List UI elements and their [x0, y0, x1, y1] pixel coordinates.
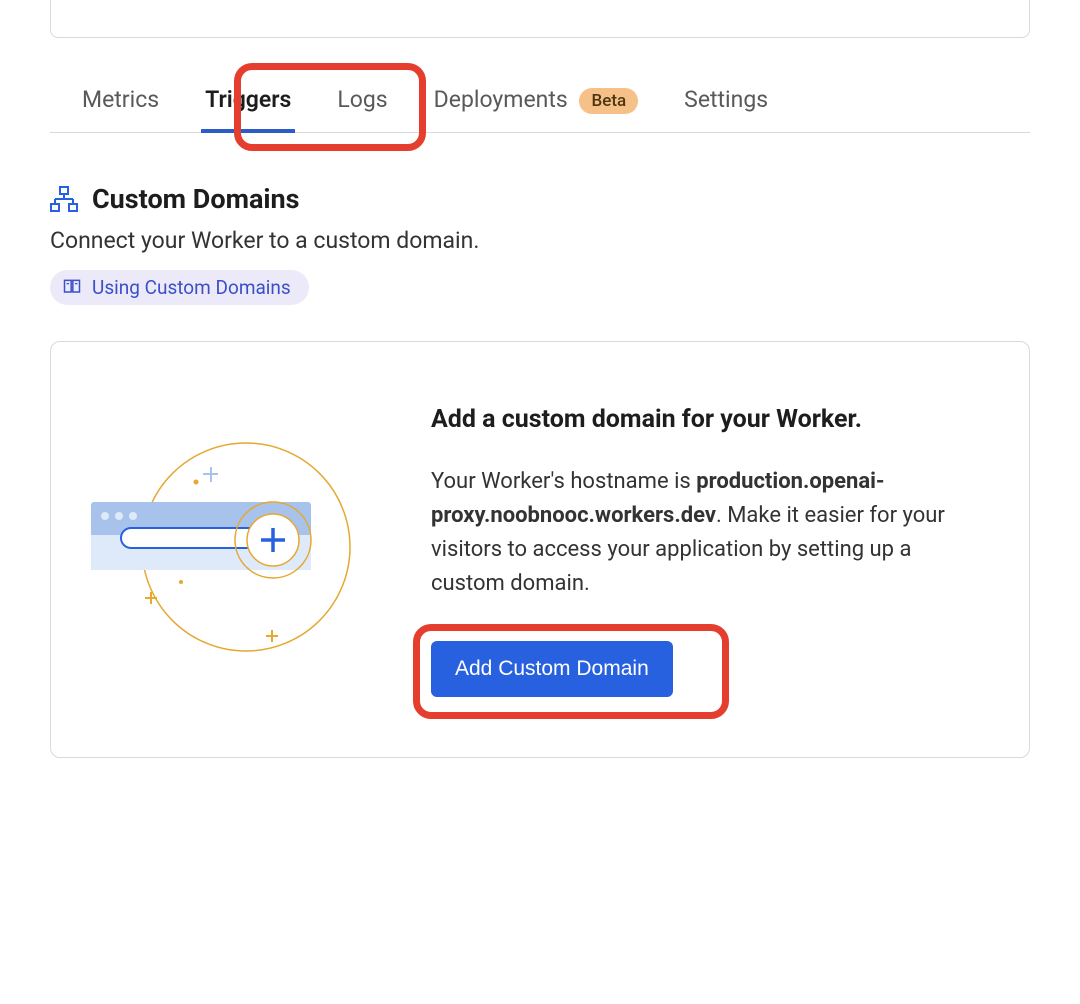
add-domain-card: Add a custom domain for your Worker. You…: [50, 341, 1030, 758]
add-custom-domain-button[interactable]: Add Custom Domain: [431, 641, 673, 697]
custom-domains-section: Custom Domains Connect your Worker to a …: [50, 183, 1030, 758]
tab-metrics[interactable]: Metrics: [78, 68, 163, 132]
network-icon: [50, 186, 78, 212]
section-header: Custom Domains: [50, 183, 1030, 215]
card-content: Add a custom domain for your Worker. You…: [431, 402, 979, 697]
button-wrapper: Add Custom Domain: [431, 641, 673, 697]
domain-illustration: [91, 432, 381, 662]
top-truncated-panel: [50, 0, 1030, 38]
using-custom-domains-link[interactable]: Using Custom Domains: [50, 270, 309, 305]
tab-settings[interactable]: Settings: [680, 68, 772, 132]
card-body: Your Worker's hostname is production.ope…: [431, 465, 979, 601]
card-title: Add a custom domain for your Worker.: [431, 402, 979, 437]
beta-badge: Beta: [579, 88, 638, 114]
tab-triggers[interactable]: Triggers: [201, 68, 295, 132]
tabs-bar: Metrics Triggers Logs Deployments Beta S…: [50, 68, 1030, 133]
section-title: Custom Domains: [92, 183, 300, 215]
tab-deployments[interactable]: Deployments Beta: [430, 68, 642, 132]
help-link-label: Using Custom Domains: [92, 276, 291, 299]
book-icon: [62, 277, 82, 297]
section-description: Connect your Worker to a custom domain.: [50, 227, 1030, 254]
tab-logs[interactable]: Logs: [333, 68, 391, 132]
card-body-prefix: Your Worker's hostname is: [431, 469, 696, 494]
tab-deployments-label: Deployments: [434, 86, 568, 113]
